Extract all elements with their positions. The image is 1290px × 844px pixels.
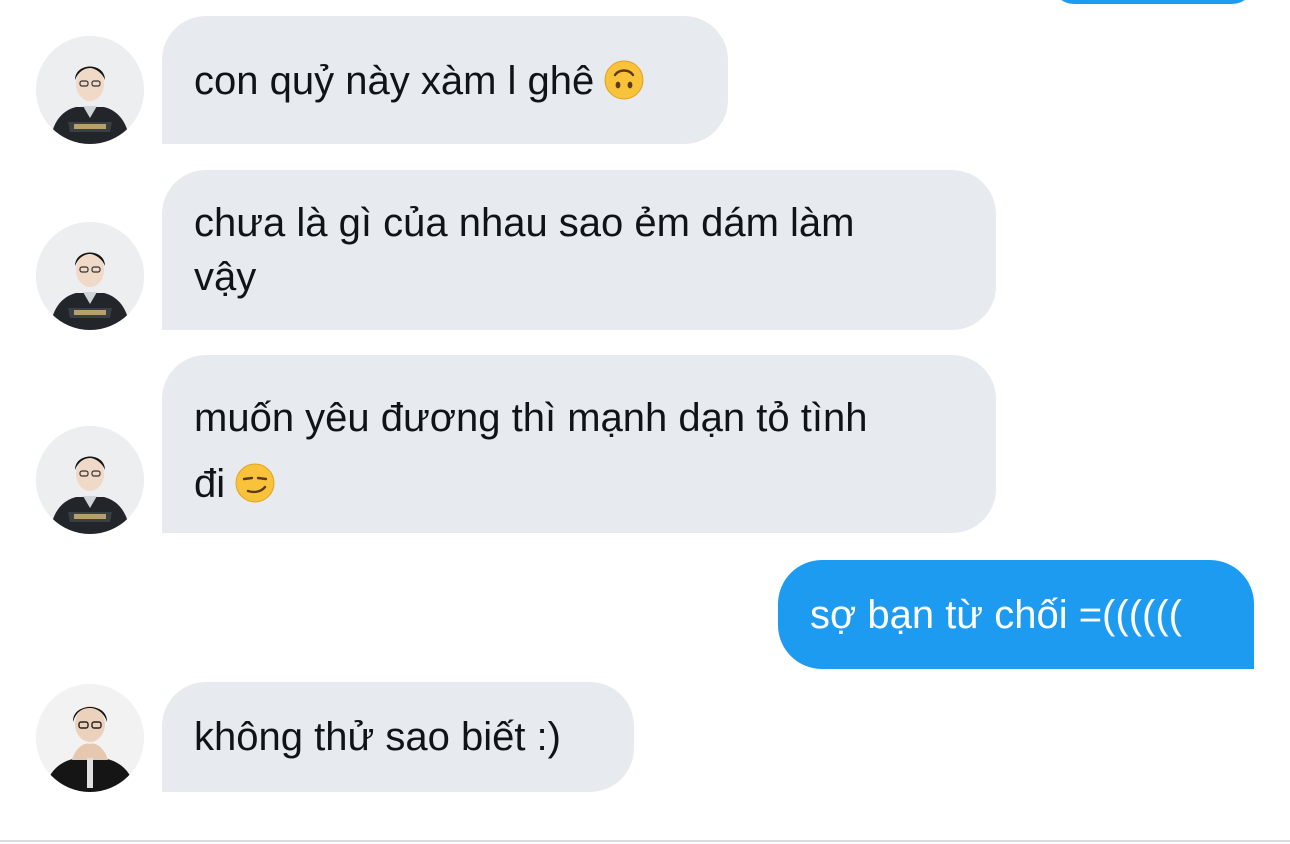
message-text-line: muốn yêu đương thì mạnh dạn tỏ tình <box>194 396 868 440</box>
incoming-message-bubble[interactable]: chưa là gì của nhau sao ẻm dám làm vậy <box>162 170 996 330</box>
previous-outgoing-bubble-edge <box>1052 0 1254 4</box>
message-text-line: vậy <box>194 255 257 299</box>
message-text: sợ bạn từ chối =(((((( <box>810 593 1182 637</box>
composer-divider <box>0 840 1290 842</box>
outgoing-message-bubble[interactable]: sợ bạn từ chối =(((((( <box>778 560 1254 669</box>
message-thread: con quỷ này xàm l ghê chưa là gì của nha… <box>0 0 1290 844</box>
message-text-line: đi <box>194 462 226 506</box>
message-text: không thử sao biết :) <box>194 715 561 759</box>
smirking-face-emoji <box>235 457 275 523</box>
avatar-jacket-icon[interactable] <box>36 426 144 534</box>
avatar-jacket-icon[interactable] <box>36 222 144 330</box>
upside-down-face-emoji <box>604 60 644 114</box>
incoming-message-bubble[interactable]: muốn yêu đương thì mạnh dạn tỏ tình đi <box>162 355 996 533</box>
avatar-jacket-icon[interactable] <box>36 36 144 144</box>
avatar-tshirt-icon[interactable] <box>36 684 144 792</box>
message-text-line: chưa là gì của nhau sao ẻm dám làm <box>194 201 855 245</box>
incoming-message-bubble[interactable]: không thử sao biết :) <box>162 682 634 792</box>
incoming-message-bubble[interactable]: con quỷ này xàm l ghê <box>162 16 728 144</box>
message-text: con quỷ này xàm l ghê <box>194 59 595 103</box>
